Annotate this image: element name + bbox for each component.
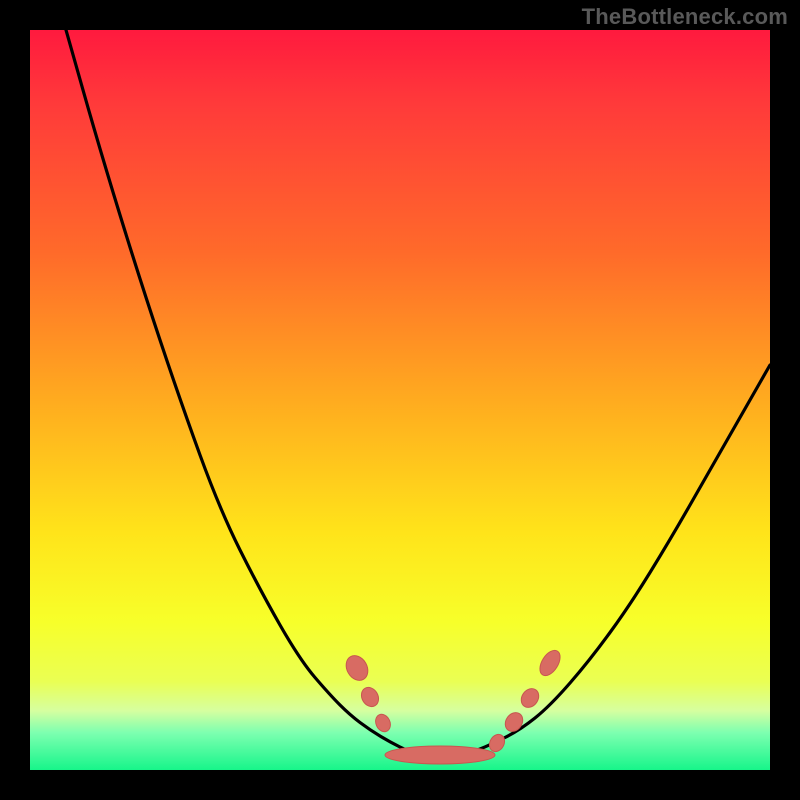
- chart-frame: TheBottleneck.com: [0, 0, 800, 800]
- watermark-text: TheBottleneck.com: [582, 4, 788, 30]
- plot-area: [30, 30, 770, 770]
- curve-marker: [536, 647, 564, 679]
- curve-marker: [385, 746, 495, 764]
- curve-marker: [342, 652, 372, 685]
- bottleneck-curve: [30, 30, 770, 770]
- curve-marker: [502, 709, 527, 735]
- curve-marker: [518, 685, 543, 711]
- curve-markers: [342, 647, 564, 764]
- curve-marker: [358, 684, 382, 709]
- curve-marker: [373, 712, 393, 734]
- curve-path: [66, 30, 770, 756]
